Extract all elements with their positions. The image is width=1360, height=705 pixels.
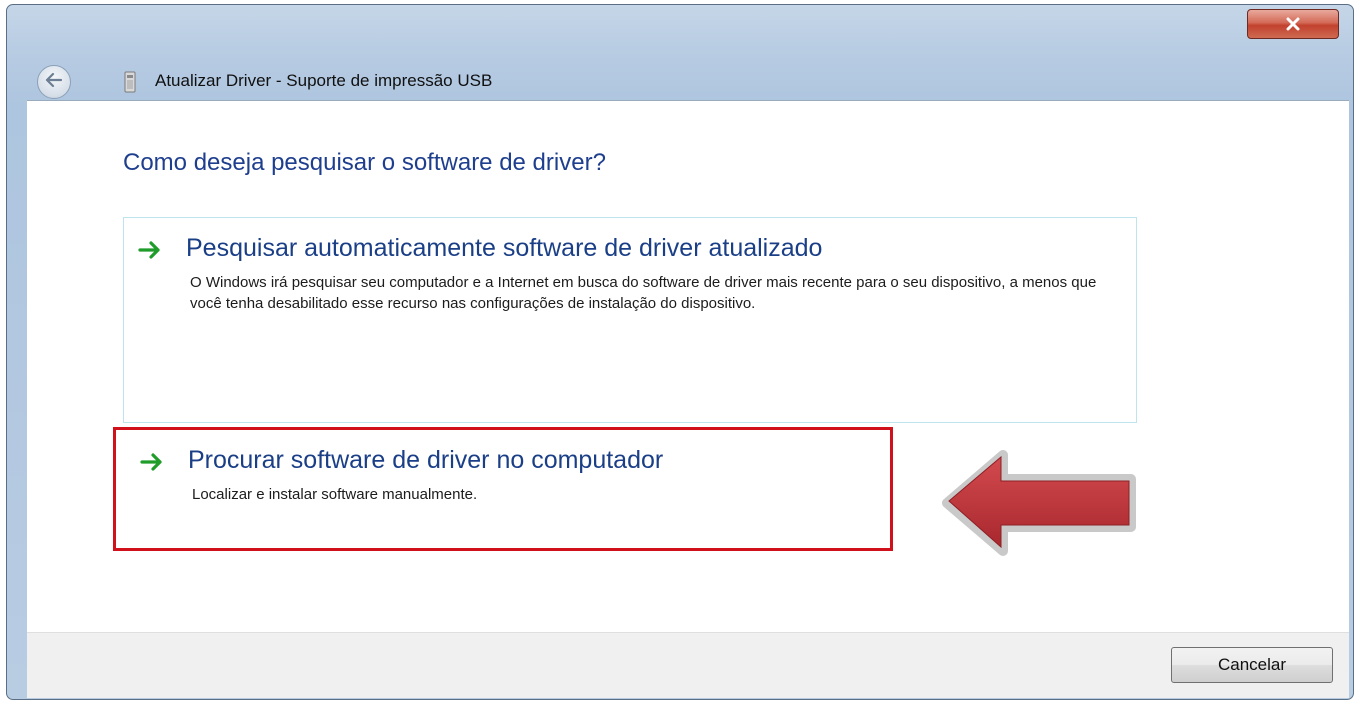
printer-device-icon	[123, 71, 137, 93]
red-pointer-arrow-icon	[939, 437, 1159, 572]
option-description: Localizar e instalar software manualment…	[192, 486, 478, 503]
cancel-button[interactable]: Cancelar	[1171, 647, 1333, 683]
window-title: Atualizar Driver - Suporte de impressão …	[155, 71, 493, 90]
option-search-automatically[interactable]: Pesquisar automaticamente software de dr…	[123, 217, 1137, 423]
green-arrow-icon	[138, 240, 162, 260]
dialog-footer: Cancelar	[27, 632, 1349, 698]
page-heading: Como deseja pesquisar o software de driv…	[123, 149, 606, 176]
option-title: Procurar software de driver no computado…	[188, 446, 664, 474]
back-arrow-icon	[45, 72, 63, 92]
content-panel: Como deseja pesquisar o software de driv…	[27, 100, 1349, 632]
option-title: Pesquisar automaticamente software de dr…	[186, 234, 823, 262]
green-arrow-icon	[140, 452, 164, 472]
option-description: O Windows irá pesquisar seu computador e…	[190, 274, 1097, 312]
dialog-window: Atualizar Driver - Suporte de impressão …	[6, 4, 1354, 700]
option-browse-computer[interactable]: Procurar software de driver no computado…	[113, 427, 893, 551]
back-button[interactable]	[37, 65, 71, 99]
close-button[interactable]	[1247, 9, 1339, 39]
close-icon	[1285, 17, 1301, 31]
